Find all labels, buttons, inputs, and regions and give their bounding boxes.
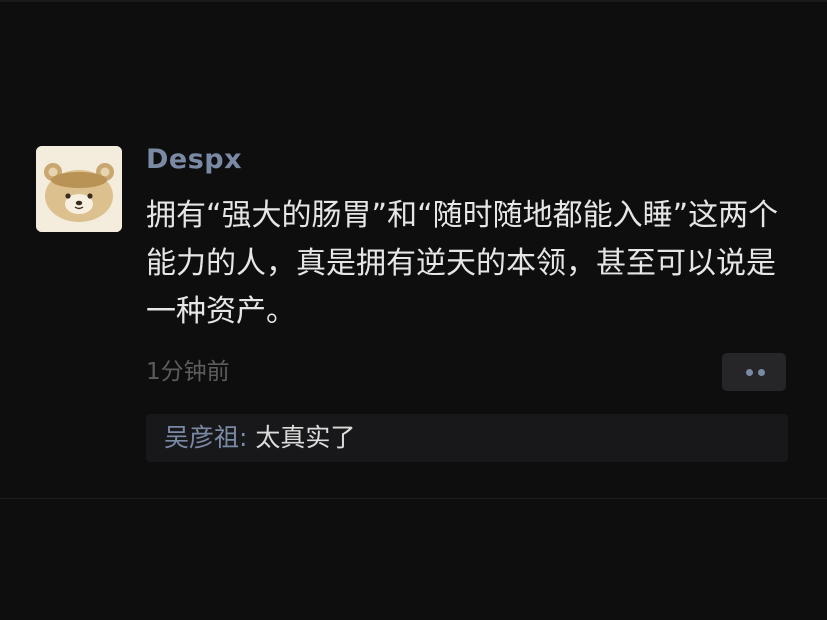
moment-post: Despx 拥有“强大的肠胃”和“随时随地都能入睡”这两个能力的人，真是拥有逆天… xyxy=(0,120,827,498)
top-divider xyxy=(0,0,827,2)
bear-avatar-icon xyxy=(36,146,122,232)
post-timestamp: 1分钟前 xyxy=(146,359,230,385)
avatar[interactable] xyxy=(36,146,122,232)
bottom-divider xyxy=(0,498,827,499)
more-actions-button[interactable] xyxy=(722,353,786,391)
nickname[interactable]: Despx xyxy=(146,144,242,176)
comment-separator: : xyxy=(239,423,256,452)
comment-item[interactable]: 吴彦祖: 太真实了 xyxy=(164,422,355,454)
comment-text: 太真实了 xyxy=(255,423,356,452)
more-dots-icon xyxy=(746,369,753,376)
comments-section: 吴彦祖: 太真实了 xyxy=(146,414,788,462)
post-text: 拥有“强大的肠胃”和“随时随地都能入睡”这两个能力的人，真是拥有逆天的本领，甚至… xyxy=(146,198,779,329)
more-dots-icon xyxy=(758,369,765,376)
comment-author[interactable]: 吴彦祖 xyxy=(164,423,239,452)
